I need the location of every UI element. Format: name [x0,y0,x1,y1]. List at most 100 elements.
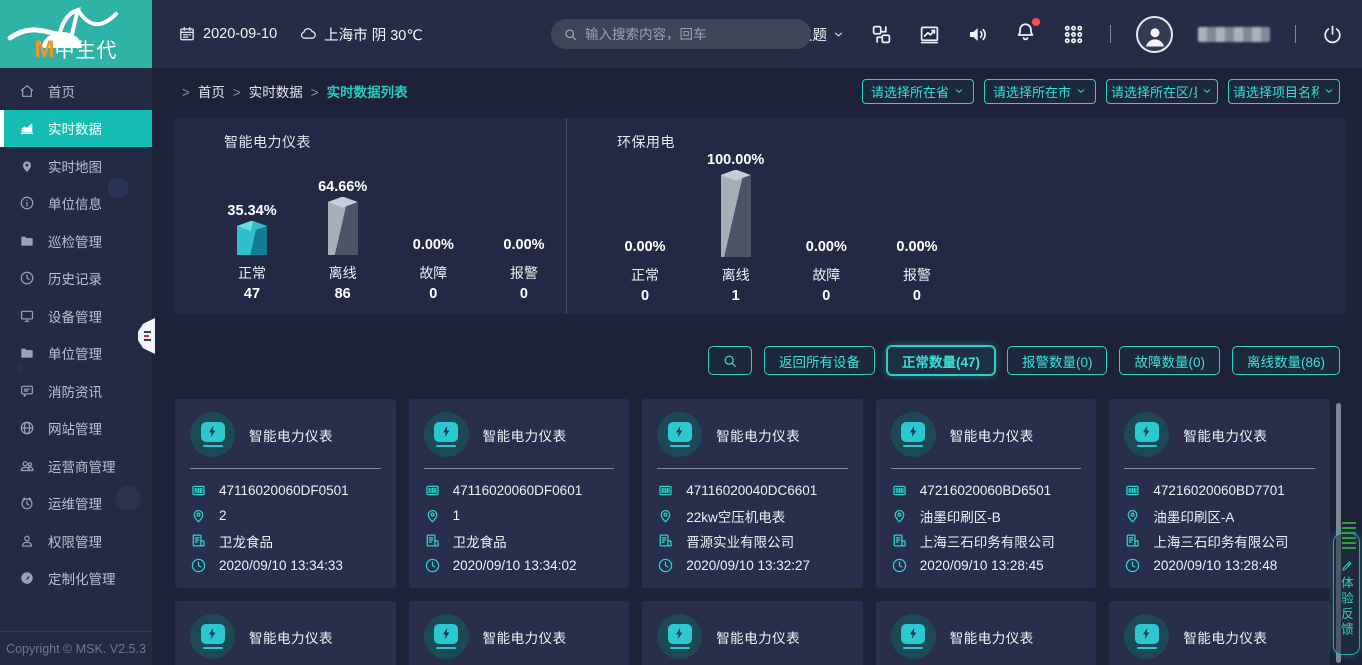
users-icon [19,458,35,474]
bar-3d [328,202,358,255]
device-card[interactable]: 智能电力仪表 86105004609709650 [409,601,630,665]
device-card[interactable]: 智能电力仪表 47216020060BD7701 油墨印刷区-A 上海三石印务有… [1109,399,1330,588]
card-divider [190,468,381,469]
barcode-icon [1124,482,1141,499]
filter-select[interactable]: 请选择项目名称 [1228,79,1340,104]
device-time-row: 2020/09/10 13:34:02 [424,553,615,578]
divider [1295,25,1296,43]
device-card[interactable]: 智能电力仪表 47116020060DF0501 2 卫龙食品 202 [175,399,396,588]
device-card[interactable]: 智能电力仪表 47116019110A53501 [876,601,1097,665]
user-avatar[interactable] [1136,16,1173,53]
device-location-row: 油墨印刷区-B [891,503,1082,528]
sidebar-item[interactable]: 消防资讯 [0,372,152,410]
chevron-down-icon [832,28,845,41]
sound-icon[interactable] [966,23,989,46]
device-card[interactable]: 智能电力仪表 47216020060BD7301 [175,601,396,665]
sidebar-item-label: 设备管理 [48,306,102,326]
device-id-row: 47116020060DF0601 [424,478,615,503]
notifications-button[interactable] [1014,20,1037,48]
lightning-icon [906,424,921,439]
sidebar-item-label: 单位信息 [48,193,102,213]
user-icon [19,533,35,549]
device-time-row: 2020/09/10 13:28:45 [891,553,1082,578]
breadcrumb-item[interactable]: 实时数据列表 [303,81,408,101]
device-card-header: 智能电力仪表 [1124,412,1315,457]
sidebar-item[interactable]: 首页 [0,72,152,110]
device-type-title: 智能电力仪表 [249,425,333,445]
filter-label: 请选择项目名称 [1233,82,1319,101]
location-pin-icon [891,507,908,524]
logout-power-icon[interactable] [1321,23,1344,46]
device-status-panel: 智能电力仪表 35.34% 正常 47 64.66% [174,118,1346,314]
device-location-row: 油墨印刷区-A [1124,503,1315,528]
device-card-grid: 智能电力仪表 47116020060DF0501 2 卫龙食品 202 [175,399,1330,665]
device-id-row: 47216020060BD7701 [1124,478,1315,503]
clock-icon [1124,557,1141,574]
logo-text: 中生代 [55,34,118,63]
device-filter-button[interactable]: 返回所有设备 [764,346,875,375]
device-filter-button[interactable]: 报警数量(0) [1007,346,1108,375]
sidebar-item[interactable]: 巡检管理 [0,222,152,260]
device-filter-button[interactable]: 故障数量(0) [1119,346,1220,375]
stat-category-label: 报警 [510,263,538,283]
device-location: 油墨印刷区-B [920,506,1001,526]
device-location-row: 2 [190,503,381,528]
sidebar-item[interactable]: 定制化管理 [0,560,152,598]
sidebar-item[interactable]: 运营商管理 [0,447,152,485]
sidebar-item[interactable]: 历史记录 [0,260,152,298]
sidebar-item[interactable]: 实时地图 [0,147,152,185]
device-type-badge [424,614,469,659]
sidebar-item[interactable]: 网站管理 [0,410,152,448]
sidebar-item[interactable]: 单位管理 [0,335,152,373]
filter-select[interactable]: 请选择所在区/县 [1106,79,1218,104]
stat-count: 86 [335,286,351,302]
device-id: 47116020060DF0501 [219,483,349,498]
device-timestamp: 2020/09/10 13:28:45 [920,558,1044,573]
search-devices-button[interactable] [708,346,752,375]
sidebar-item[interactable]: 实时数据 [0,110,152,148]
device-type-badge [424,412,469,457]
breadcrumb-item[interactable]: 首页 [174,81,225,101]
card-divider [657,468,848,469]
breadcrumb-item[interactable]: 实时数据 [225,81,303,101]
org-switch-icon[interactable] [870,23,893,46]
pin-icon [19,158,35,174]
device-card[interactable]: 智能电力仪表 47116020040DC6601 22kw空压机电表 晋源实业有… [642,399,863,588]
location-pin-icon [1124,507,1141,524]
stat-percentage: 0.00% [806,239,847,255]
device-card[interactable]: 智能电力仪表 47116020060DF0601 1 卫龙食品 202 [409,399,630,588]
info-icon [19,195,35,211]
device-card[interactable]: 智能电力仪表 47216020060BD6501 油墨印刷区-B 上海三石印务有… [876,399,1097,588]
folder-icon [19,345,35,361]
device-filter-button[interactable]: 离线数量(86) [1232,346,1340,375]
app-logo[interactable]: M 中生代 [0,0,152,68]
sidebar-item[interactable]: 权限管理 [0,522,152,560]
apps-grid-icon[interactable] [1062,23,1085,46]
bar-3d [721,175,751,257]
stat-count: 0 [520,286,528,302]
sidebar-item[interactable]: 设备管理 [0,297,152,335]
chart-title: 环保用电 [567,132,1346,152]
device-card[interactable]: 智能电力仪表 47116020040DC8001 [1109,601,1330,665]
sidebar-item-label: 单位管理 [48,343,102,363]
device-card-header: 智能电力仪表 [1124,614,1315,659]
report-chart-icon[interactable] [918,23,941,46]
device-type-title: 智能电力仪表 [716,425,800,445]
sidebar: 首页 实时数据 实时地图 单位信息 巡检管理 [0,68,152,665]
device-id: 47216020060BD6501 [920,483,1051,498]
device-card-header: 智能电力仪表 [424,614,615,659]
search-input[interactable] [585,27,799,42]
device-card[interactable]: 智能电力仪表 86105004611324050 [642,601,863,665]
sidebar-item[interactable]: 单位信息 [0,185,152,223]
device-type-badge [190,614,235,659]
filter-select[interactable]: 请选择所在省 [862,79,974,104]
filter-select[interactable]: 请选择所在市 [984,79,1096,104]
device-company-row: 上海三石印务有限公司 [1124,528,1315,553]
sidebar-item-label: 运维管理 [48,493,102,513]
device-filter-button[interactable]: 正常数量(47) [887,346,995,375]
stat-percentage: 64.66% [318,179,367,195]
sidebar-item[interactable]: 运维管理 [0,485,152,523]
filter-label: 请选择所在市 [993,82,1071,101]
search-icon [563,27,578,42]
feedback-tab[interactable]: 体验反馈 [1333,533,1360,655]
